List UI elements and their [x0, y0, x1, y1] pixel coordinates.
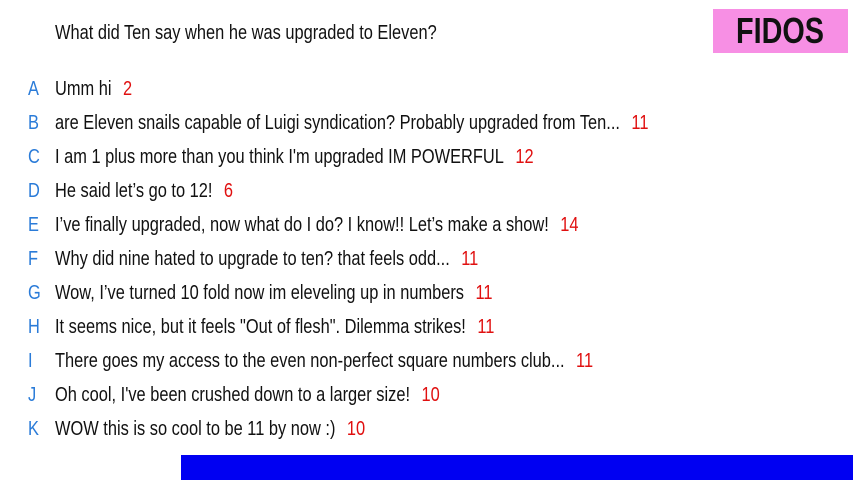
answer-row: D He said let’s go to 12! 6	[0, 176, 853, 206]
answer-row: I There goes my access to the even non-p…	[0, 346, 853, 376]
vote-count: 10	[421, 383, 440, 406]
answer-text: Oh cool, I've been crushed down to a lar…	[55, 383, 411, 406]
answer-letter: I	[28, 349, 33, 372]
answer-letter: D	[28, 179, 40, 202]
answer-text: are Eleven snails capable of Luigi syndi…	[55, 111, 620, 134]
vote-count: 14	[560, 213, 579, 236]
answer-content: Wow, I’ve turned 10 fold now im elevelin…	[55, 282, 493, 305]
answer-content: are Eleven snails capable of Luigi syndi…	[55, 112, 648, 135]
question-title: What did Ten say when he was upgraded to…	[55, 22, 437, 44]
answer-content: I’ve finally upgraded, now what do I do?…	[55, 214, 579, 237]
answer-text: WOW this is so cool to be 11 by now :)	[55, 417, 336, 440]
answer-letter: B	[28, 111, 39, 134]
answer-row: C I am 1 plus more than you think I'm up…	[0, 142, 853, 172]
answer-letter: F	[28, 247, 39, 270]
answer-letter: A	[28, 77, 39, 100]
fidos-logo: FIDOS	[713, 9, 848, 53]
answer-letter: C	[28, 145, 40, 168]
answer-row: A Umm hi 2	[0, 74, 853, 104]
answer-text: I’ve finally upgraded, now what do I do?…	[55, 213, 549, 236]
answer-text: There goes my access to the even non-per…	[55, 349, 565, 372]
vote-count: 11	[475, 281, 493, 304]
vote-count: 11	[477, 315, 495, 338]
vote-count: 10	[346, 417, 366, 440]
answer-text: Umm hi	[55, 77, 112, 100]
vote-count: 12	[515, 145, 534, 168]
answer-row: G Wow, I’ve turned 10 fold now im elevel…	[0, 278, 853, 308]
answer-text: He said let’s go to 12!	[55, 179, 213, 202]
answer-text: Wow, I’ve turned 10 fold now im elevelin…	[55, 281, 465, 304]
answer-text: It seems nice, but it feels "Out of fles…	[55, 315, 466, 338]
answer-content: WOW this is so cool to be 11 by now :) 10	[55, 418, 365, 441]
vote-count: 6	[223, 179, 234, 202]
vote-count: 11	[631, 111, 649, 134]
answer-letter: K	[28, 417, 39, 440]
vote-count: 11	[576, 349, 594, 372]
answer-letter: J	[28, 383, 37, 406]
answer-content: I am 1 plus more than you think I'm upgr…	[55, 146, 534, 169]
answer-content: He said let’s go to 12! 6	[55, 180, 233, 203]
bottom-bar	[181, 455, 853, 480]
vote-count: 11	[461, 247, 479, 270]
answer-content: Why did nine hated to upgrade to ten? th…	[55, 248, 478, 271]
answer-letter: H	[28, 315, 40, 338]
answer-row: E I’ve finally upgraded, now what do I d…	[0, 210, 853, 240]
vote-count: 2	[122, 77, 133, 100]
answer-content: Oh cool, I've been crushed down to a lar…	[55, 384, 440, 407]
answer-row: K WOW this is so cool to be 11 by now :)…	[0, 414, 853, 444]
answer-text: Why did nine hated to upgrade to ten? th…	[55, 247, 450, 270]
answer-row: F Why did nine hated to upgrade to ten? …	[0, 244, 853, 274]
answer-row: J Oh cool, I've been crushed down to a l…	[0, 380, 853, 410]
answer-text: I am 1 plus more than you think I'm upgr…	[55, 145, 504, 168]
answer-row: H It seems nice, but it feels "Out of fl…	[0, 312, 853, 342]
answer-letter: G	[28, 281, 41, 304]
answer-letter: E	[28, 213, 39, 236]
answer-content: There goes my access to the even non-per…	[55, 350, 593, 373]
answer-content: Umm hi 2	[55, 78, 132, 101]
answer-content: It seems nice, but it feels "Out of fles…	[55, 316, 494, 339]
answer-row: B are Eleven snails capable of Luigi syn…	[0, 108, 853, 138]
